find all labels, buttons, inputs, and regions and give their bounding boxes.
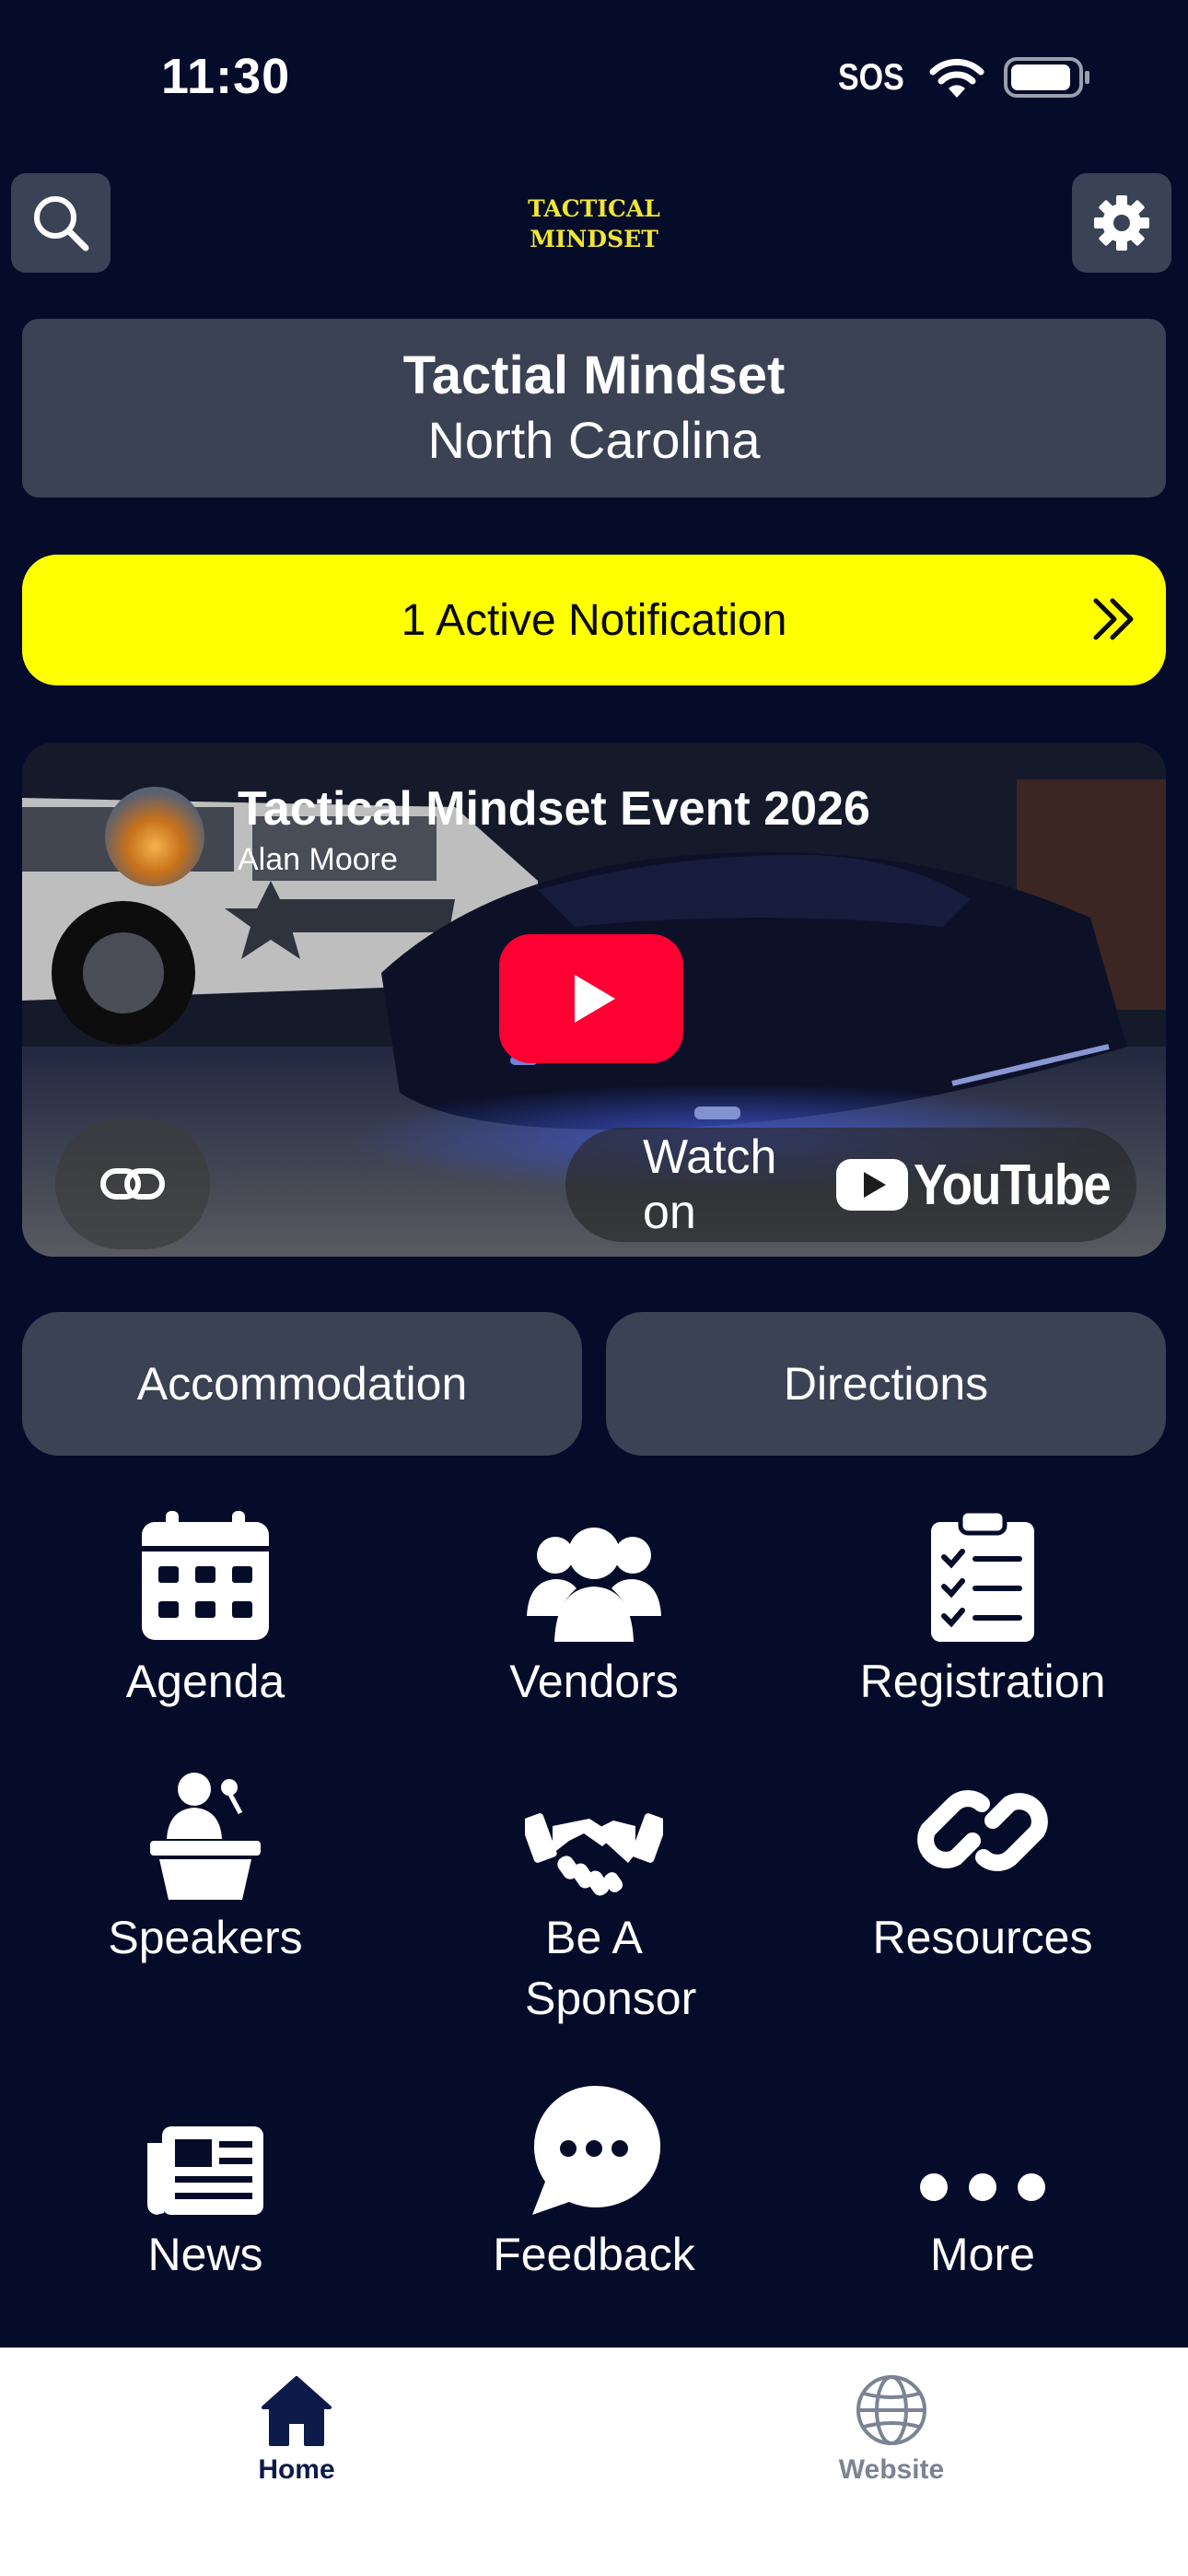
calendar-icon [142, 1511, 269, 1640]
newspaper-icon [147, 2126, 263, 2215]
grid-item-news[interactable]: News [7, 2078, 403, 2285]
video-title[interactable]: Tactical Mindset Event 2026 [238, 781, 870, 837]
grid-label-resources: Resources [872, 1912, 1093, 1963]
double-chevron-right-icon [1093, 598, 1134, 640]
app-logo: TACTICAL MINDSET [516, 193, 672, 254]
status-sos: SOS [838, 57, 904, 98]
video-author[interactable]: Alan Moore [238, 842, 398, 878]
event-title: Tactial Mindset [402, 345, 786, 405]
notification-label: 1 Active Notification [401, 595, 787, 645]
play-icon [575, 975, 615, 1023]
grid-item-registration[interactable]: Registration [785, 1505, 1181, 1712]
grid-item-vendors[interactable]: Vendors [396, 1505, 792, 1712]
grid-item-speakers[interactable]: Speakers [7, 1762, 403, 1968]
channel-avatar[interactable] [105, 787, 204, 886]
ellipsis-icon [920, 2173, 1045, 2201]
grid-item-resources[interactable]: Resources [785, 1762, 1181, 1968]
event-title-card: Tactial Mindset North Carolina [22, 319, 1166, 498]
tab-home[interactable]: Home [158, 2366, 435, 2486]
grid-label-more: More [930, 2229, 1035, 2280]
podium-speaker-icon [150, 1773, 261, 1900]
users-icon [527, 1528, 661, 1642]
youtube-wordmark: YouTube [914, 1153, 1112, 1217]
accommodation-button[interactable]: Accommodation [22, 1312, 582, 1456]
battery-icon [1004, 57, 1092, 102]
home-icon [262, 2376, 332, 2446]
tab-website[interactable]: Website [753, 2366, 1030, 2486]
notification-banner[interactable]: 1 Active Notification [22, 555, 1166, 685]
grid-label-be-a-sponsor: Be A Sponsor [525, 1912, 697, 2024]
grid-label-registration: Registration [859, 1656, 1106, 1707]
clipboard-checklist-icon [931, 1508, 1034, 1642]
logo-line-1: TACTICAL [528, 195, 660, 222]
grid-item-feedback[interactable]: Feedback [396, 2078, 792, 2285]
play-button[interactable] [499, 934, 683, 1063]
youtube-play-icon [836, 1159, 908, 1211]
gear-icon [1094, 195, 1149, 251]
grid-label-vendors: Vendors [509, 1656, 679, 1707]
tab-website-label: Website [838, 2454, 945, 2485]
grid-item-agenda[interactable]: Agenda [7, 1505, 403, 1712]
grid-label-agenda: Agenda [125, 1656, 285, 1707]
handshake-icon [525, 1813, 663, 1896]
settings-button[interactable] [1072, 173, 1171, 273]
globe-icon [856, 2375, 926, 2445]
chat-bubble-icon [532, 2085, 661, 2215]
grid-label-news: News [147, 2229, 263, 2280]
logo-line-2: MINDSET [530, 226, 658, 252]
event-location: North Carolina [427, 411, 761, 469]
watch-on-youtube-button[interactable]: Watch on YouTube [565, 1128, 1136, 1242]
video-embed[interactable]: Tactical Mindset Event 2026 Alan Moore W… [22, 743, 1166, 1257]
tab-home-label: Home [258, 2454, 335, 2485]
search-icon [34, 196, 89, 252]
grid-item-more[interactable]: More [785, 2078, 1181, 2285]
search-button[interactable] [11, 173, 111, 273]
copy-link-button[interactable] [55, 1118, 210, 1249]
grid-label-speakers: Speakers [108, 1912, 303, 1963]
watch-on-label: Watch on [643, 1130, 777, 1239]
youtube-logo: YouTube [836, 1153, 1136, 1218]
status-time: 11:30 [161, 49, 291, 104]
grid-label-feedback: Feedback [493, 2229, 695, 2280]
directions-button[interactable]: Directions [606, 1312, 1166, 1456]
link-icon [917, 1790, 1048, 1871]
grid-item-be-a-sponsor[interactable]: Be A Sponsor [396, 1762, 792, 2029]
link-icon [100, 1168, 165, 1200]
wifi-icon [928, 57, 985, 104]
tab-bar: Home Website [0, 2348, 1188, 2576]
